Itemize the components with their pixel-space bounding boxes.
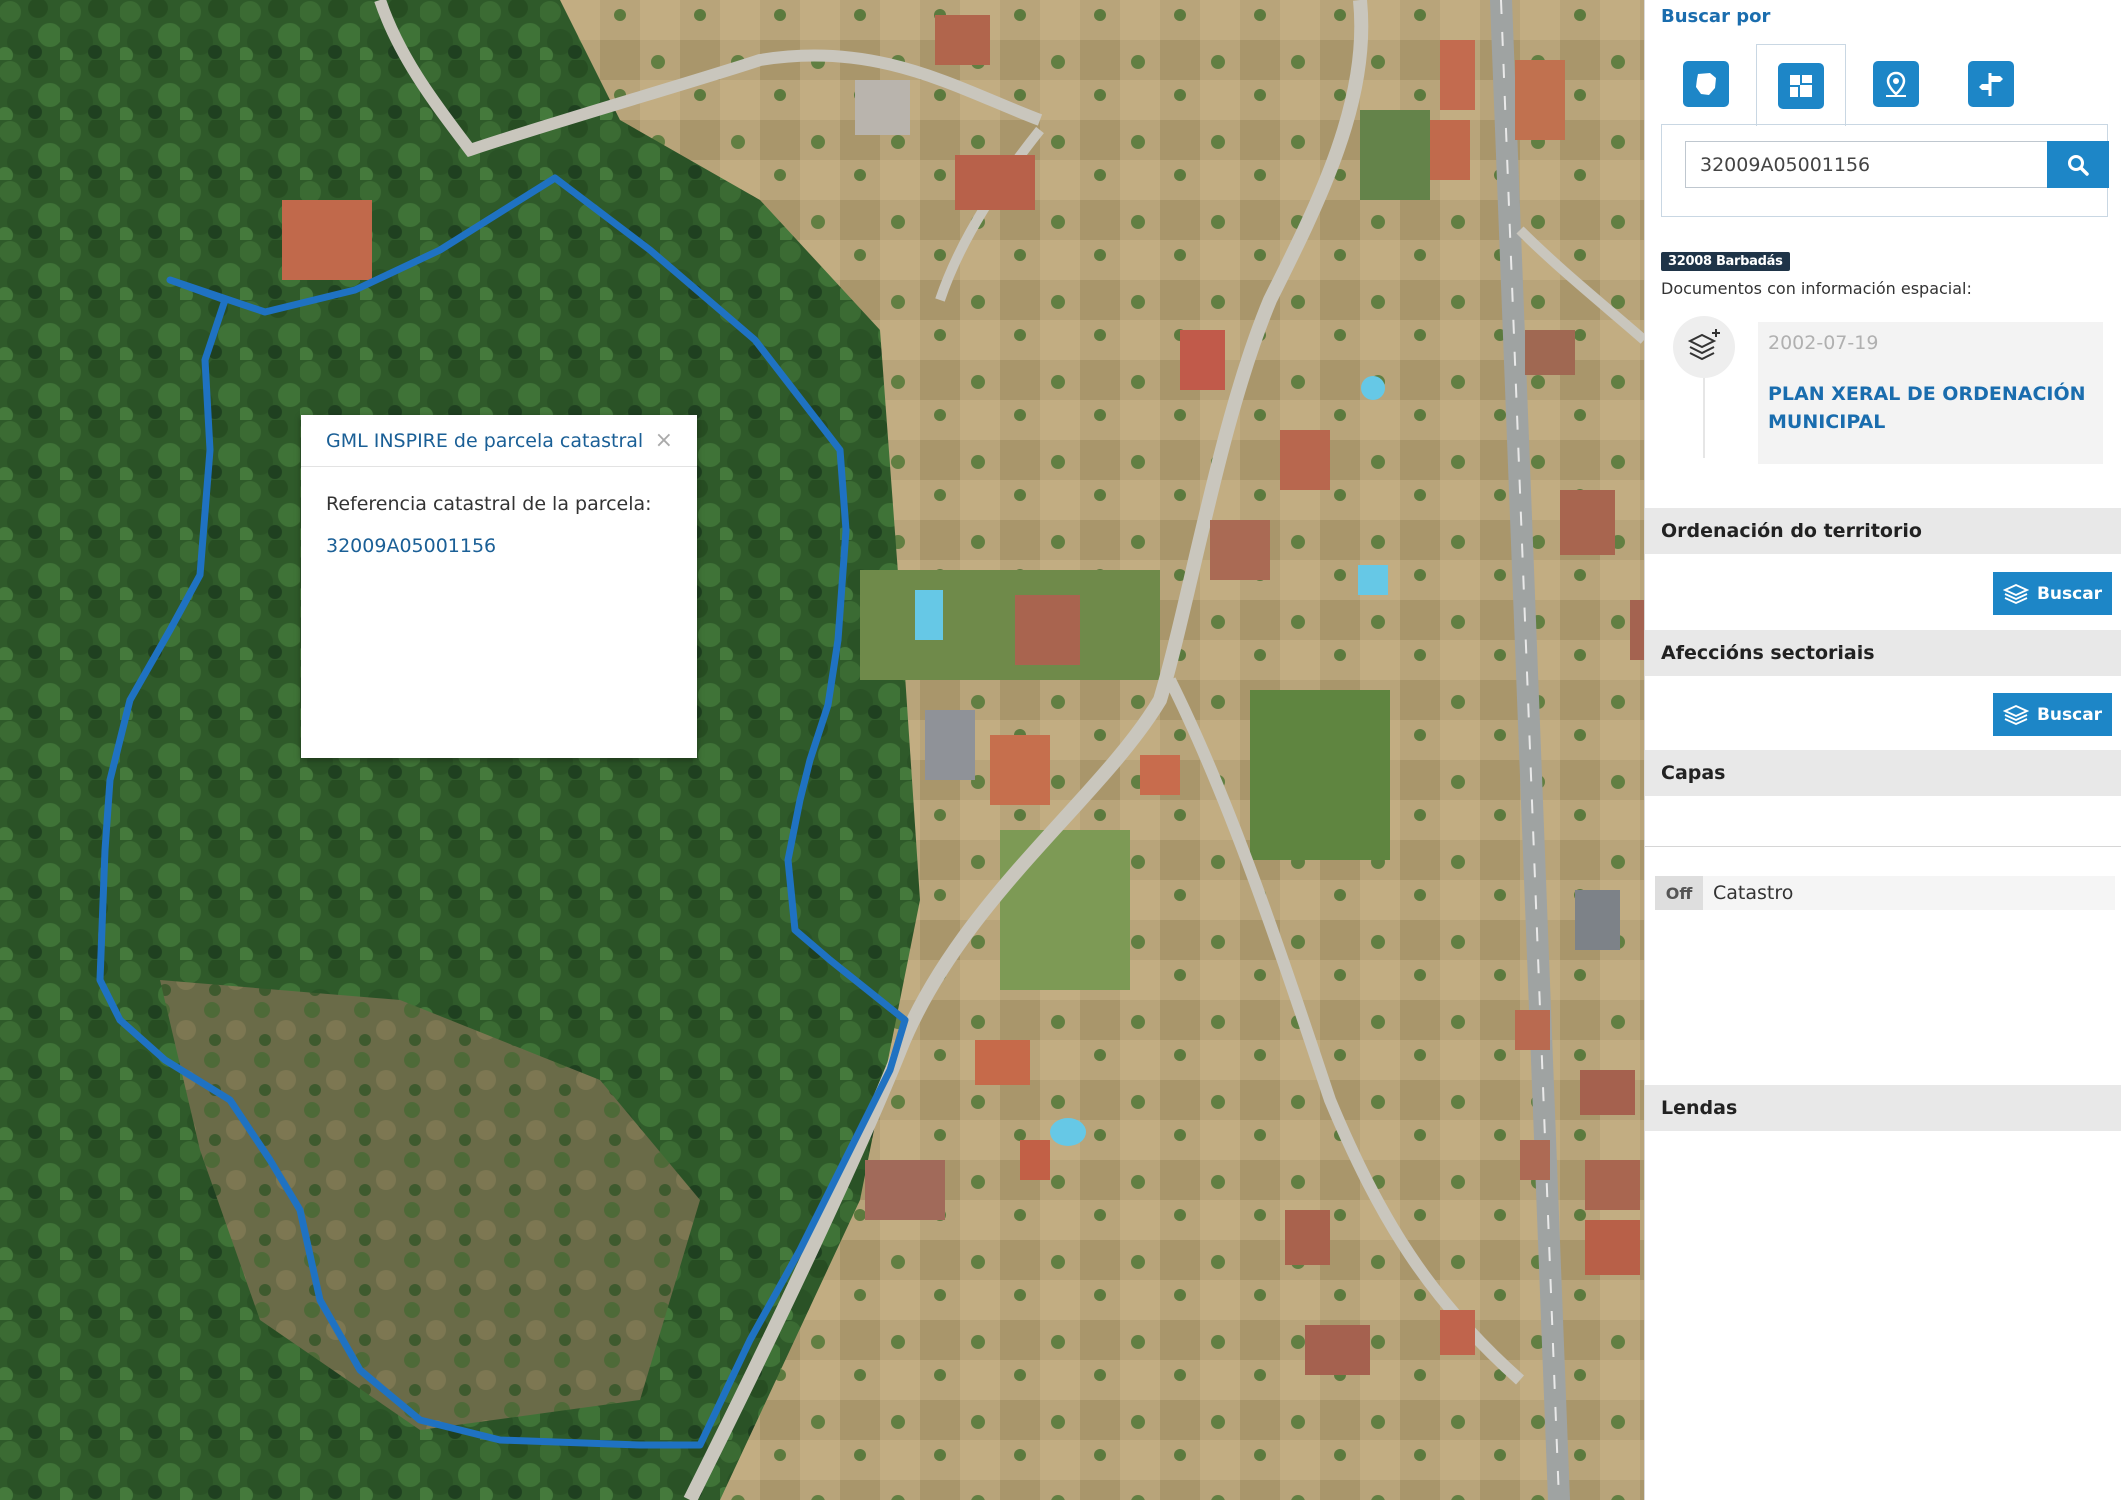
- layer-name: Catastro: [1713, 882, 1794, 904]
- search-icon: [2068, 154, 2089, 176]
- document-card: 2002-07-19 PLAN XERAL DE ORDENACIÓN MUNI…: [1673, 316, 2103, 466]
- layer-row-catastro: Off Catastro: [1655, 876, 2115, 910]
- buscar-afeccions-button[interactable]: Buscar: [1993, 693, 2112, 736]
- layer-toggle[interactable]: Off: [1655, 876, 1703, 910]
- search-type-tabs: [1661, 44, 2106, 126]
- popup-header: GML INSPIRE de parcela catastral ×: [301, 415, 697, 467]
- section-ordenacion: Ordenación do territorio: [1645, 508, 2121, 554]
- galicia-map-icon: [1683, 61, 1729, 107]
- layers-icon: [2002, 583, 2029, 604]
- location-pin-icon: [1873, 61, 1919, 107]
- tab-address[interactable]: [1946, 44, 2036, 124]
- parcel-icon: [1778, 62, 1824, 109]
- layers-icon: [2002, 704, 2029, 725]
- search-input[interactable]: [1685, 141, 2047, 188]
- layers-add-icon[interactable]: [1673, 316, 1735, 378]
- divider: [1645, 846, 2121, 847]
- buscar-label: Buscar: [2036, 583, 2103, 604]
- signpost-icon: [1968, 61, 2014, 107]
- municipality-badge: 32008 Barbadás: [1661, 252, 1790, 271]
- parcel-popup: GML INSPIRE de parcela catastral × Refer…: [301, 415, 697, 758]
- tab-parcel[interactable]: [1756, 44, 1846, 126]
- section-afeccions: Afeccións sectoriais: [1645, 630, 2121, 676]
- popup-body: Referencia catastral de la parcela: 3200…: [301, 467, 697, 557]
- section-capas: Capas: [1645, 750, 2121, 796]
- map-view[interactable]: [0, 0, 1644, 1500]
- document-title[interactable]: PLAN XERAL DE ORDENACIÓN MUNICIPAL: [1768, 380, 2093, 436]
- close-icon[interactable]: ×: [655, 429, 673, 452]
- tab-place[interactable]: [1851, 44, 1941, 124]
- search-button[interactable]: [2047, 141, 2109, 188]
- document-date: 2002-07-19: [1768, 332, 1879, 354]
- documents-label: Documentos con información espacial:: [1661, 279, 1972, 298]
- tab-municipality[interactable]: [1661, 44, 1751, 124]
- search-by-label: Buscar por: [1661, 6, 1771, 27]
- timeline-line: [1703, 378, 1705, 458]
- cadastral-reference-link[interactable]: 32009A05001156: [326, 535, 672, 557]
- buscar-label: Buscar: [2036, 704, 2103, 725]
- document-entry[interactable]: 2002-07-19 PLAN XERAL DE ORDENACIÓN MUNI…: [1758, 322, 2103, 464]
- popup-title: GML INSPIRE de parcela catastral: [326, 429, 644, 452]
- buscar-ordenacion-button[interactable]: Buscar: [1993, 572, 2112, 615]
- search-box: [1661, 124, 2109, 217]
- section-lendas: Lendas: [1645, 1085, 2121, 1131]
- cadastral-reference-label: Referencia catastral de la parcela:: [326, 493, 652, 515]
- side-panel: Buscar por 32008 Barbadás D: [1644, 0, 2121, 1500]
